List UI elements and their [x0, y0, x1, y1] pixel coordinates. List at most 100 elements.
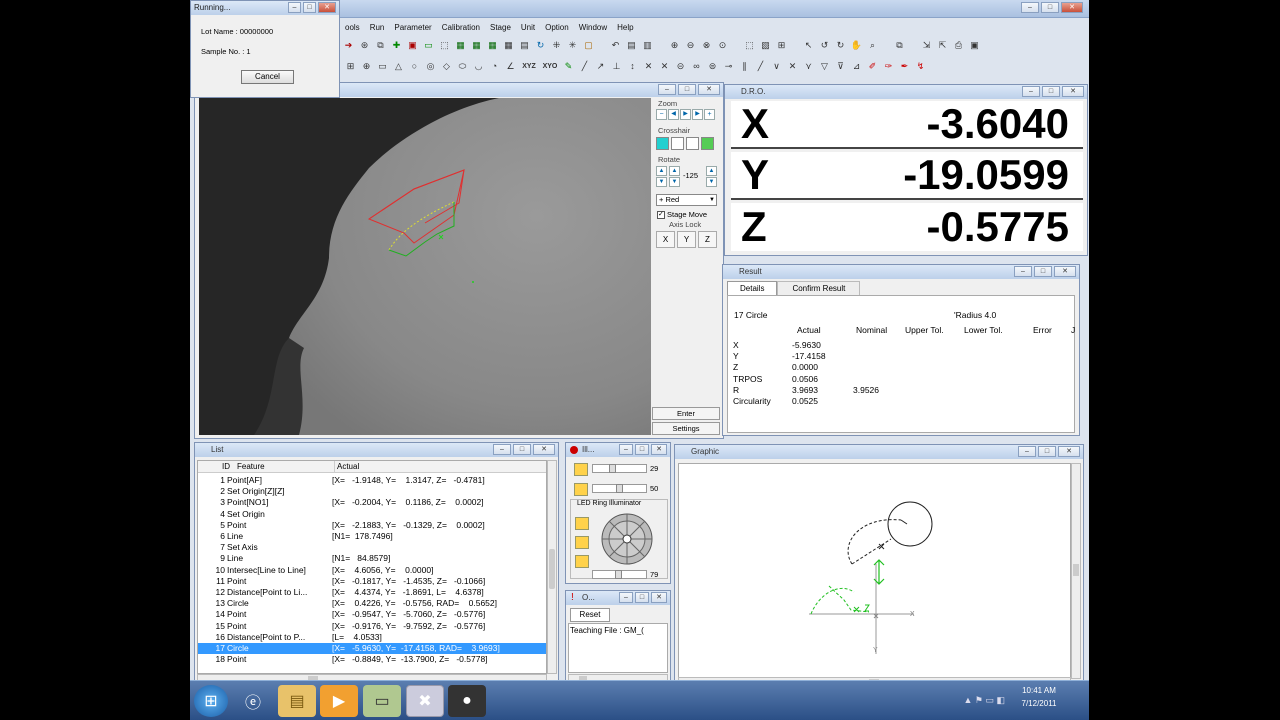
undo-icon[interactable]: ↶	[609, 39, 622, 52]
frame-icon[interactable]: ▣	[406, 39, 419, 52]
folder-icon[interactable]: ▤	[278, 685, 316, 717]
vshape2-icon[interactable]: ⊽	[834, 60, 847, 73]
line2-icon[interactable]: ↗	[594, 60, 607, 73]
menu-option[interactable]: Option	[540, 20, 574, 36]
table-row[interactable]: 10 Intersec[Line to Line] [X= 4.6056, Y= 0…	[198, 565, 546, 576]
teach-close-icon[interactable]: ✕	[651, 592, 667, 603]
symmetry-icon[interactable]: ⋎	[802, 60, 815, 73]
print-icon[interactable]: ⎙	[952, 39, 965, 52]
light-2-icon[interactable]	[574, 483, 588, 496]
settings-button[interactable]: Settings	[652, 422, 720, 435]
ie-icon[interactable]: ⓔ	[234, 685, 272, 717]
illum-slider-2[interactable]	[592, 484, 647, 493]
list-vscrollbar[interactable]	[547, 460, 557, 674]
table-row[interactable]: 6 Line [N1= 178.7496]	[198, 531, 546, 542]
diamond-icon[interactable]: ◇	[440, 60, 453, 73]
marker4-icon[interactable]: ↯	[914, 60, 927, 73]
graphic-canvas[interactable]: x Y	[678, 463, 1071, 679]
plus-icon[interactable]: ✚	[390, 39, 403, 52]
rotate-cw-up-icon[interactable]: ▲	[706, 166, 717, 176]
layout-icon[interactable]: ⊞	[775, 39, 788, 52]
graphic-minimize-icon[interactable]: –	[1018, 446, 1036, 457]
rotate-icon[interactable]: ↺	[818, 39, 831, 52]
zoom-next-icon[interactable]: ▶	[692, 109, 703, 120]
zoom-area-icon[interactable]: ⊙	[716, 39, 729, 52]
running-minimize-icon[interactable]: –	[288, 2, 301, 13]
recorder-icon[interactable]: ●	[448, 685, 486, 717]
star-icon[interactable]: ✳	[566, 39, 579, 52]
video-close-icon[interactable]: ✕	[698, 84, 720, 95]
circle-icon[interactable]: ○	[408, 60, 421, 73]
running-close-icon[interactable]: ✕	[318, 2, 336, 13]
slope-icon[interactable]: ⊿	[850, 60, 863, 73]
doc2-icon[interactable]: ▥	[641, 39, 654, 52]
menu-unit[interactable]: Unit	[516, 20, 540, 36]
menu-parameter[interactable]: Parameter	[389, 20, 436, 36]
pointer-icon[interactable]: ↖	[802, 39, 815, 52]
running-maximize-icon[interactable]: □	[303, 2, 316, 13]
angle2-icon[interactable]: ∨	[770, 60, 783, 73]
arc-icon[interactable]: ◔	[488, 60, 501, 73]
illum-slider-3[interactable]	[592, 570, 647, 579]
list-minimize-icon[interactable]: –	[493, 444, 511, 455]
list-vscroll-thumb[interactable]	[549, 549, 555, 589]
grid-icon[interactable]: ▦	[454, 39, 467, 52]
point-icon[interactable]: ⊥	[610, 60, 623, 73]
reset-tab[interactable]: Reset	[570, 608, 610, 622]
table-row[interactable]: 13 Circle [X= 0.4226, Y= -0.5756, RAD= 0.5…	[198, 598, 546, 609]
crosshair-grid-icon[interactable]	[671, 137, 684, 150]
cross-icon[interactable]: ✕	[642, 60, 655, 73]
table-row[interactable]: 14 Point [X= -0.9547, Y= -5.7060, Z= -0.57…	[198, 609, 546, 620]
zoom-plus-icon[interactable]: +	[704, 109, 715, 120]
graphic-close-icon[interactable]: ✕	[1058, 446, 1080, 457]
sphere-icon[interactable]: ⊕	[360, 60, 373, 73]
tab-details[interactable]: Details	[727, 281, 778, 295]
illum-maximize-icon[interactable]: □	[635, 444, 649, 455]
line-icon[interactable]: ╱	[578, 60, 591, 73]
teach-maximize-icon[interactable]: □	[635, 592, 649, 603]
rect-icon[interactable]: ▭	[422, 39, 435, 52]
table-row[interactable]: 15 Point [X= -0.9176, Y= -9.7592, Z= -0.57…	[198, 621, 546, 632]
ellipse-icon[interactable]: ◎	[424, 60, 437, 73]
square-icon[interactable]: ▢	[582, 39, 595, 52]
marker2-icon[interactable]: ✑	[882, 60, 895, 73]
grid2-icon[interactable]: ▦	[470, 39, 483, 52]
text-icon[interactable]: ▧	[759, 39, 772, 52]
dro-minimize-icon[interactable]: –	[1022, 86, 1040, 97]
result-maximize-icon[interactable]: □	[1034, 266, 1052, 277]
list-maximize-icon[interactable]: □	[513, 444, 531, 455]
teach-minimize-icon[interactable]: –	[619, 592, 633, 603]
circles3-icon[interactable]: ⊜	[706, 60, 719, 73]
camera-view[interactable]	[199, 98, 651, 435]
zoom-prev-icon[interactable]: ◀	[668, 109, 679, 120]
menu-run[interactable]: Run	[365, 20, 390, 36]
crosshair-solid-icon[interactable]	[656, 137, 669, 150]
graphic-maximize-icon[interactable]: □	[1038, 446, 1056, 457]
marker3-icon[interactable]: ✒	[898, 60, 911, 73]
table-row[interactable]: 17 Circle [X= -5.9630, Y= -17.4158, RAD= 3…	[198, 643, 546, 655]
table-row[interactable]: 5 Point [X= -2.1883, Y= -0.1329, Z= 0.0002…	[198, 520, 546, 531]
axis-y-button[interactable]: Y	[677, 231, 696, 248]
table-row[interactable]: 3 Point[NO1] [X= -0.2004, Y= 0.1186, Z= 0.…	[198, 497, 546, 508]
angle-icon[interactable]: ∠	[504, 60, 517, 73]
table-row[interactable]: 4 Set Origin	[198, 509, 546, 520]
circles-icon[interactable]: ⊝	[674, 60, 687, 73]
led-ring-dial-icon[interactable]	[600, 512, 654, 566]
triangle-icon[interactable]: △	[392, 60, 405, 73]
light-icon[interactable]	[574, 463, 588, 476]
distance-icon[interactable]: ↕	[626, 60, 639, 73]
dashed-rect-icon[interactable]: ⬚	[438, 39, 451, 52]
probe-icon[interactable]: ✎	[562, 60, 575, 73]
crosshair-cross-icon[interactable]	[686, 137, 699, 150]
zoom-minus-icon[interactable]: −	[656, 109, 667, 120]
select-area-icon[interactable]: ⬚	[743, 39, 756, 52]
led-mode-3-icon[interactable]	[575, 555, 589, 568]
import-icon[interactable]: ⇱	[936, 39, 949, 52]
zoom-in-icon[interactable]: ⊕	[668, 39, 681, 52]
refresh-icon[interactable]: ↻	[534, 39, 547, 52]
xyz-origin-icon[interactable]: XYO	[541, 60, 559, 73]
dro-close-icon[interactable]: ✕	[1062, 86, 1084, 97]
arrow-right-icon[interactable]: ➔	[342, 39, 355, 52]
illum-close-icon[interactable]: ✕	[651, 444, 667, 455]
start-button-icon[interactable]: ⊞	[194, 685, 228, 717]
